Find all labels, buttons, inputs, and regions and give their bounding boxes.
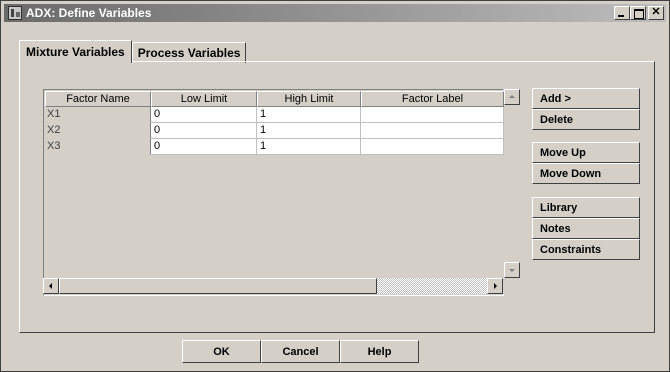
arrow-down-icon — [509, 269, 515, 272]
arrow-up-icon — [509, 95, 515, 98]
factor-name-cell[interactable]: X3 — [45, 139, 151, 155]
low-limit-cell[interactable]: 0 — [151, 139, 257, 155]
arrow-right-icon — [494, 283, 497, 289]
constraints-button[interactable]: Constraints — [532, 239, 640, 260]
low-limit-cell[interactable]: 0 — [151, 123, 257, 139]
factor-name-cell[interactable]: X2 — [45, 123, 151, 139]
help-button[interactable]: Help — [340, 340, 419, 363]
app-icon — [8, 6, 22, 20]
window-title: ADX: Define Variables — [26, 6, 152, 20]
horizontal-scroll-track[interactable] — [377, 278, 487, 294]
grid-header: Factor Name Low Limit High Limit Factor … — [45, 91, 504, 107]
maximize-icon[interactable] — [630, 6, 646, 20]
arrow-left-icon — [49, 283, 52, 289]
table-row: X2 0 1 — [45, 123, 504, 139]
variables-grid: Factor Name Low Limit High Limit Factor … — [43, 89, 504, 296]
high-limit-cell[interactable]: 1 — [257, 107, 361, 123]
close-icon[interactable]: ✕ — [648, 6, 664, 20]
cancel-button[interactable]: Cancel — [261, 340, 340, 363]
high-limit-cell[interactable]: 1 — [257, 123, 361, 139]
scroll-up-button[interactable] — [504, 89, 520, 105]
column-header-factor-name[interactable]: Factor Name — [45, 91, 151, 107]
table-row: X3 0 1 — [45, 139, 504, 155]
minimize-icon[interactable] — [614, 6, 630, 20]
factor-label-cell[interactable] — [361, 139, 504, 155]
horizontal-scroll-thumb[interactable] — [59, 278, 377, 294]
scroll-down-button[interactable] — [504, 262, 520, 278]
move-down-button[interactable]: Move Down — [532, 163, 640, 184]
delete-button[interactable]: Delete — [532, 109, 640, 130]
tab-process-variables[interactable]: Process Variables — [131, 42, 247, 63]
title-bar[interactable]: ADX: Define Variables ✕ — [4, 4, 666, 22]
column-header-factor-label[interactable]: Factor Label — [361, 91, 504, 107]
factor-label-cell[interactable] — [361, 123, 504, 139]
factor-label-cell[interactable] — [361, 107, 504, 123]
move-up-button[interactable]: Move Up — [532, 142, 640, 163]
scroll-right-button[interactable] — [487, 278, 503, 294]
table-row: X1 0 1 — [45, 107, 504, 123]
horizontal-scrollbar[interactable] — [43, 278, 504, 294]
vertical-scrollbar[interactable] — [504, 89, 520, 278]
low-limit-cell[interactable]: 0 — [151, 107, 257, 123]
tab-strip: Mixture Variables Process Variables — [19, 40, 247, 63]
tab-mixture-variables[interactable]: Mixture Variables — [19, 40, 132, 63]
scroll-left-button[interactable] — [43, 278, 59, 294]
notes-button[interactable]: Notes — [532, 218, 640, 239]
high-limit-cell[interactable]: 1 — [257, 139, 361, 155]
define-variables-window: ADX: Define Variables ✕ Mixture Variable… — [0, 0, 670, 372]
ok-button[interactable]: OK — [182, 340, 261, 363]
column-header-high-limit[interactable]: High Limit — [257, 91, 361, 107]
factor-name-cell[interactable]: X1 — [45, 107, 151, 123]
library-button[interactable]: Library — [532, 197, 640, 218]
scrollbar-corner — [504, 278, 520, 294]
column-header-low-limit[interactable]: Low Limit — [151, 91, 257, 107]
add-button[interactable]: Add > — [532, 88, 640, 109]
